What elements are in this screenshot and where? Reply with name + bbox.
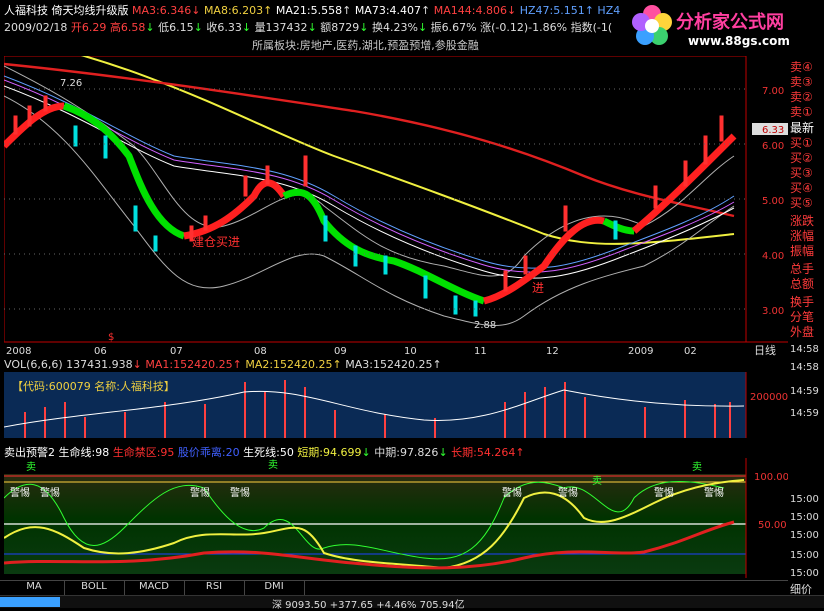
ask-1[interactable]: 卖① <box>790 103 813 120</box>
total-amount-label[interactable]: 总额 <box>790 275 814 292</box>
period-label[interactable]: 日线 <box>754 343 776 356</box>
y-tick-7: 7.00 <box>762 86 784 97</box>
detail-price-label[interactable]: 细价 <box>790 581 812 597</box>
x-label-07: 07 <box>170 346 183 356</box>
time-7: 15:00 <box>790 530 819 541</box>
code-label: 【代码:600079 名称:人福科技】 <box>12 380 175 393</box>
logo-title: 分析家公式网 <box>676 12 784 33</box>
time-9: 15:00 <box>790 568 819 579</box>
header-line-1: 人福科技 倚天均线升级版 MA3:6.346↓ MA8:6.203↑ MA21:… <box>4 4 628 17</box>
x-label-2008: 2008 <box>6 346 31 356</box>
outer-disc-label[interactable]: 外盘 <box>790 323 814 340</box>
quote-index: 指数(-1( <box>570 21 613 34</box>
ma144-value: MA144:4.806 <box>433 4 507 17</box>
dollar-marker: $ <box>108 332 114 343</box>
tab-macd[interactable]: MACD <box>124 581 185 595</box>
quote-low: 低6.15 <box>158 21 194 34</box>
indicator-tabs: MA BOLL MACD RSI DMI <box>0 580 788 595</box>
quote-amplitude: 振6.67% <box>430 21 477 34</box>
volume-ma1: MA1:152420.25 <box>145 358 233 371</box>
warn-marker: 警惕 <box>40 486 60 499</box>
buy-annotation-1: 建仓买进 <box>192 235 240 249</box>
sell-marker: 卖 <box>692 461 702 473</box>
low-annotation: 2.88 <box>474 320 496 331</box>
volume-header: VOL(6,6,6) 137431.938↓ MA1:152420.25↑ MA… <box>4 358 442 371</box>
tab-ma[interactable]: MA <box>4 581 65 595</box>
status-text: 深 9093.50 +377.65 +4.46% 705.94亿 <box>272 600 465 611</box>
current-price-tag: 6.33 <box>762 125 784 136</box>
ma73-value: MA73:4.407 <box>354 4 422 17</box>
time-4: 14:59 <box>790 408 819 419</box>
stock-name: 人福科技 <box>4 4 48 17</box>
volume-value: VOL(6,6,6) 137431.938 <box>4 358 133 371</box>
quote-amount: 额8729 <box>320 21 360 34</box>
time-8: 15:00 <box>790 550 819 561</box>
header-line-2: 2009/02/18 开6.29 高6.58↓ 低6.15↓ 收6.33↓ 量1… <box>4 21 613 34</box>
tab-rsi[interactable]: RSI <box>184 581 245 595</box>
status-indicator <box>0 597 60 607</box>
logo-url: www.88gs.com <box>688 34 790 48</box>
bid-5[interactable]: 买⑤ <box>790 194 813 211</box>
site-logo: 分析家公式网 www.88gs.com <box>620 0 790 58</box>
x-label-10: 10 <box>404 346 417 356</box>
price-chart[interactable]: 7.26 2.88 建仓买进 进 $ 6.33 7.00 6.00 5.00 4… <box>4 56 788 356</box>
quote-turnover: 换4.23% <box>372 21 418 34</box>
tab-dmi[interactable]: DMI <box>244 581 305 595</box>
y-tick-3: 3.00 <box>762 306 784 317</box>
x-label-2009: 2009 <box>628 346 653 356</box>
x-label-08: 08 <box>254 346 267 356</box>
time-1: 14:58 <box>790 344 819 355</box>
time-3: 14:59 <box>790 386 819 397</box>
buy-annotation-2: 进 <box>532 281 544 295</box>
quote-close: 收6.33 <box>206 21 242 34</box>
sell-marker: 卖 <box>268 459 278 471</box>
warn-marker: 警惕 <box>10 486 30 499</box>
indicator-name: 倚天均线升级版 <box>51 4 129 17</box>
x-label-12: 12 <box>546 346 559 356</box>
ma3-value: MA3:6.346 <box>132 4 192 17</box>
volume-y-tick: 200000 <box>750 392 788 403</box>
x-label-11: 11 <box>474 346 487 356</box>
y-tick-5: 5.00 <box>762 196 784 207</box>
indicator-chart[interactable]: 卖 警惕 警惕 警惕 警惕 警惕 警惕 警惕 警惕 卖 卖 卖 100.00 5… <box>4 458 788 578</box>
warn-marker: 警惕 <box>230 486 250 499</box>
quote-change: 涨(-0.12)-1.86% <box>480 21 568 34</box>
time-5: 15:00 <box>790 494 819 505</box>
time-2: 14:58 <box>790 362 819 373</box>
tab-boll[interactable]: BOLL <box>64 581 125 595</box>
warn-marker: 警惕 <box>558 486 578 499</box>
quote-high: 高6.58 <box>109 21 146 34</box>
high-annotation: 7.26 <box>60 78 82 89</box>
ma21-value: MA21:5.558 <box>275 4 343 17</box>
ma8-value: MA8:6.203 <box>203 4 264 17</box>
amplitude-label[interactable]: 振幅 <box>790 242 814 259</box>
x-label-06: 06 <box>94 346 107 356</box>
quote-open: 开6.29 <box>70 21 107 34</box>
ind-y-50: 50.00 <box>758 520 787 531</box>
sell-marker: 卖 <box>592 475 602 487</box>
status-bar: 深 9093.50 +377.65 +4.46% 705.94亿 <box>0 595 824 611</box>
hz47-value: HZ47:5.151 <box>519 4 585 17</box>
sell-marker: 卖 <box>26 461 36 473</box>
quote-panel: 卖④ 卖③ 卖② 卖① 最新 买① 买② 买③ 买④ 买⑤ 涨跌 涨幅 振幅 总… <box>788 0 824 607</box>
y-tick-6: 6.00 <box>762 141 784 152</box>
quote-date: 2009/02/18 <box>4 21 68 34</box>
warn-marker: 警惕 <box>190 486 210 499</box>
quote-volume: 量137432 <box>254 21 308 34</box>
y-tick-4: 4.00 <box>762 251 784 262</box>
x-label-02: 02 <box>684 346 697 356</box>
time-6: 15:00 <box>790 512 819 523</box>
volume-ma2: MA2:152420.25 <box>245 358 333 371</box>
volume-ma3: MA3:152420.25 <box>345 358 433 371</box>
ind-y-100: 100.00 <box>754 472 788 483</box>
sector-line: 所属板块:房地产,医药,湖北,预盈预增,参股金融 <box>252 39 479 52</box>
warn-marker: 警惕 <box>704 486 724 499</box>
warn-marker: 警惕 <box>654 486 674 499</box>
x-label-09: 09 <box>334 346 347 356</box>
warn-marker: 警惕 <box>502 486 522 499</box>
